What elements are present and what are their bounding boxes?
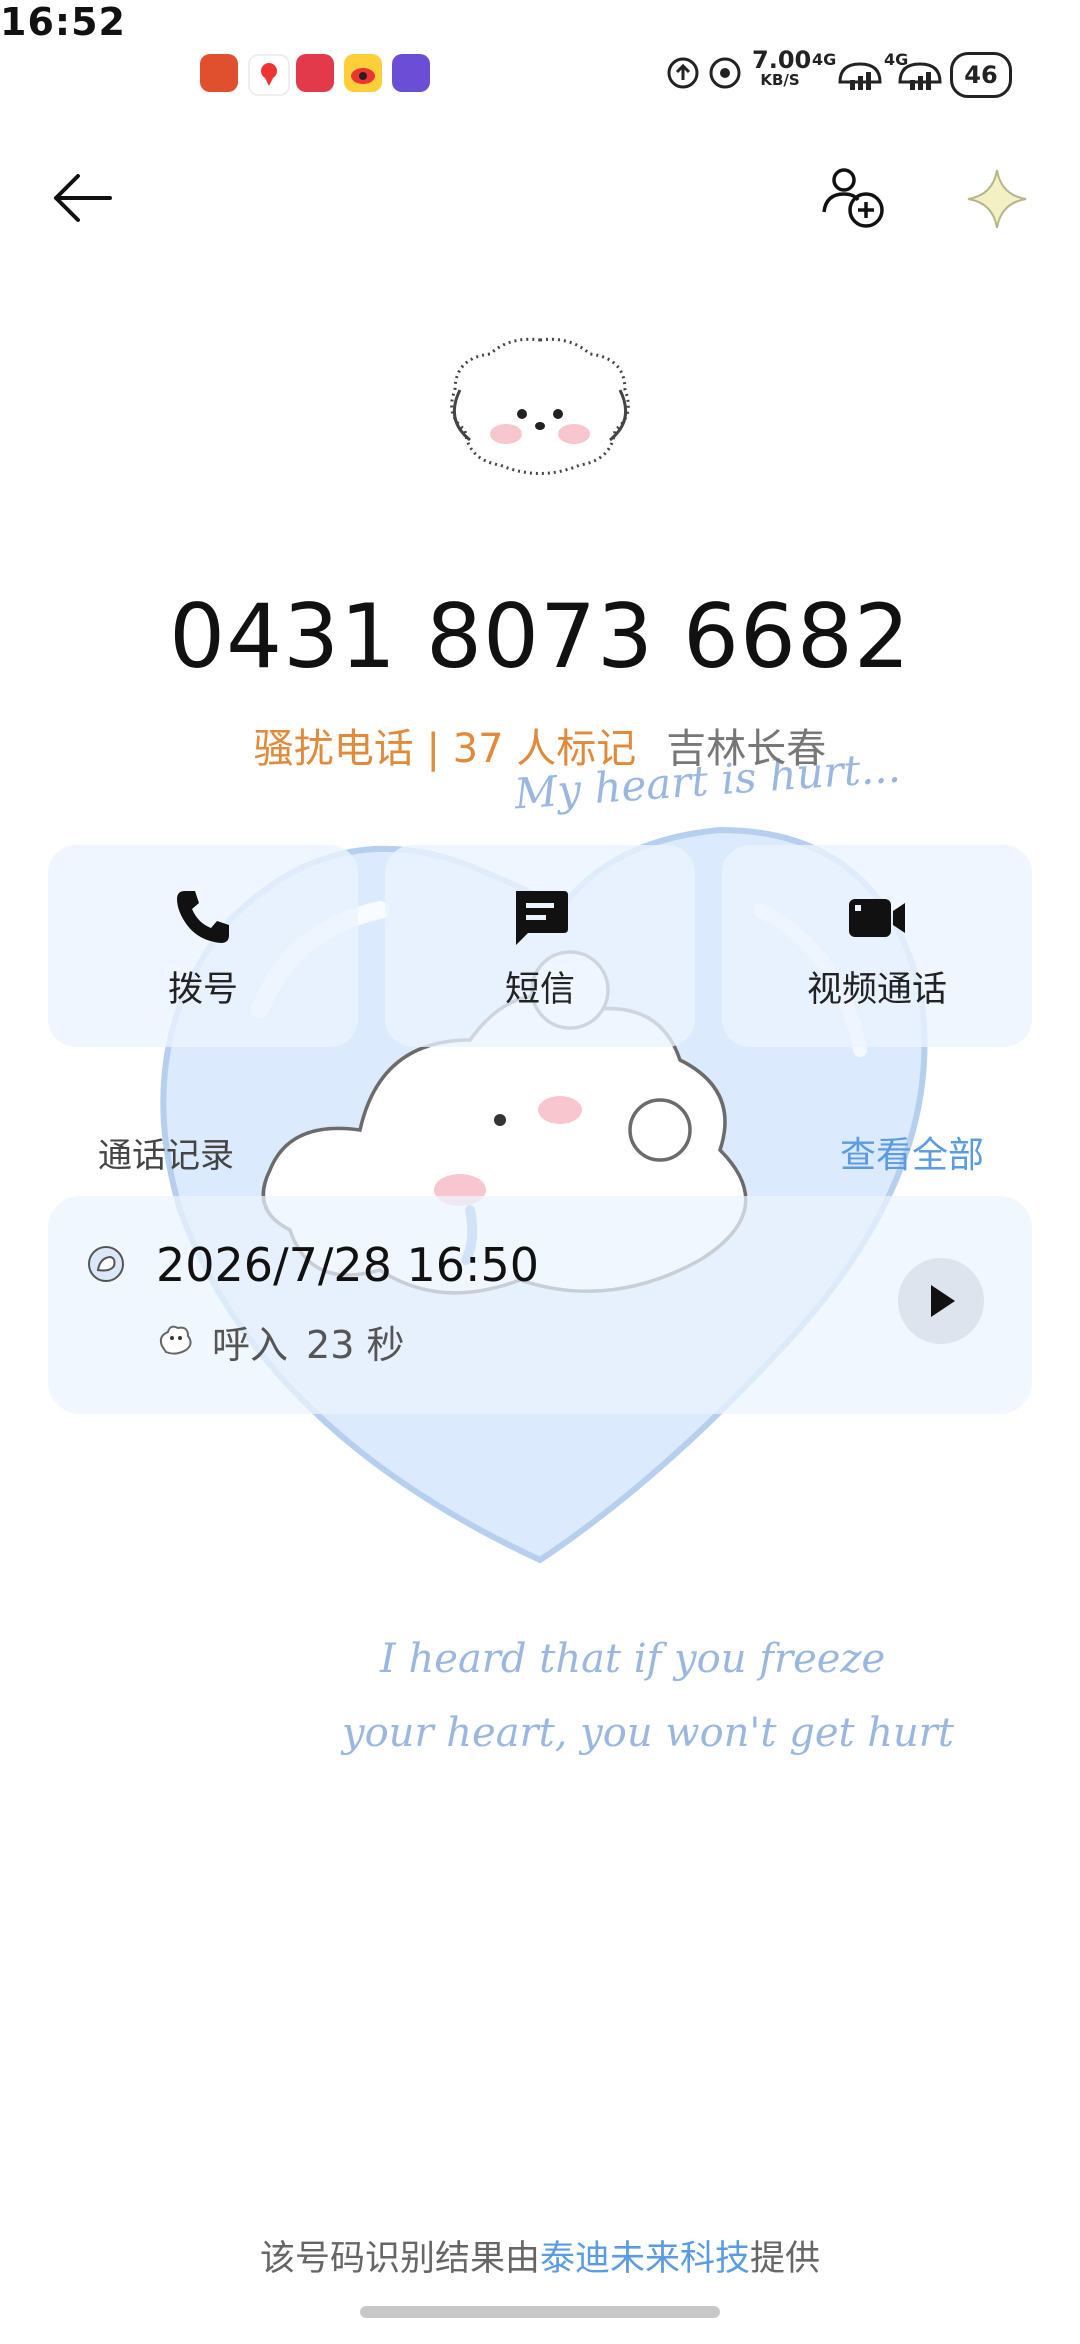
play-recording-button[interactable] — [898, 1258, 984, 1344]
net-speed: 7.00 KB/S — [752, 46, 812, 89]
view-all-link[interactable]: 查看全部 — [840, 1126, 984, 1178]
footer-prefix: 该号码识别结果由 — [259, 2239, 540, 2279]
number-tag-line: 骚扰电话 | 37 人标记 吉林长春 — [0, 716, 1080, 774]
dial-button[interactable]: 拨号 — [48, 845, 358, 1047]
message-label: 短信 — [504, 970, 575, 1010]
video-call-button[interactable]: 视频通话 — [722, 845, 1032, 1047]
home-indicator[interactable] — [360, 2306, 720, 2318]
message-button[interactable]: 短信 — [385, 845, 695, 1047]
map-app-icon — [248, 54, 290, 96]
signal-icon — [838, 62, 882, 90]
provider-link[interactable]: 泰迪未来科技 — [540, 2239, 750, 2279]
call-datetime: 2026/7/28 16:50 — [156, 1238, 540, 1292]
video-call-label: 视频通话 — [806, 970, 947, 1010]
call-record-item[interactable]: 2026/7/28 16:50 呼入 23 秒 — [48, 1196, 1032, 1414]
status-time: 16:52 — [0, 0, 126, 44]
identification-footer: 该号码识别结果由泰迪未来科技提供 — [0, 2230, 1080, 2281]
call-duration: 23 秒 — [306, 1323, 405, 1367]
nfc-icon — [709, 57, 741, 89]
contact-avatar — [450, 337, 630, 475]
tieba-app-icon — [392, 54, 430, 92]
spam-tag: 骚扰电话 | 37 人标记 — [253, 726, 637, 772]
back-arrow-icon[interactable] — [50, 168, 116, 228]
message-icon — [516, 891, 568, 945]
wallpaper-caption-line1: I heard that if you freeze — [380, 1636, 886, 1682]
app-notification-icon — [200, 54, 238, 92]
phone-number: 0431 8073 6682 — [169, 585, 911, 688]
video-icon — [849, 899, 905, 937]
footer-suffix: 提供 — [750, 2239, 821, 2279]
cloud-sync-icon — [667, 57, 699, 89]
battery-icon: 46 — [950, 52, 1012, 98]
call-records-title: 通话记录 — [98, 1136, 234, 1176]
call-detail: 呼入 23 秒 — [212, 1314, 404, 1369]
weibo-icon — [344, 54, 382, 92]
call-direction: 呼入 — [212, 1323, 289, 1367]
shopping-app-icon — [296, 54, 334, 92]
wallpaper-caption-line2: your heart, you won't get hurt — [342, 1710, 954, 1756]
sparkle-icon[interactable] — [964, 166, 1030, 232]
phone-icon — [177, 891, 229, 943]
sim1-network-type: 4G — [812, 50, 837, 69]
signal-icon — [898, 62, 942, 90]
sim-card-icon — [88, 1246, 124, 1282]
dial-label: 拨号 — [167, 970, 238, 1010]
incoming-call-icon — [159, 1325, 192, 1355]
play-icon — [931, 1285, 955, 1317]
number-location: 吉林长春 — [666, 726, 827, 772]
add-contact-icon[interactable] — [820, 164, 890, 234]
